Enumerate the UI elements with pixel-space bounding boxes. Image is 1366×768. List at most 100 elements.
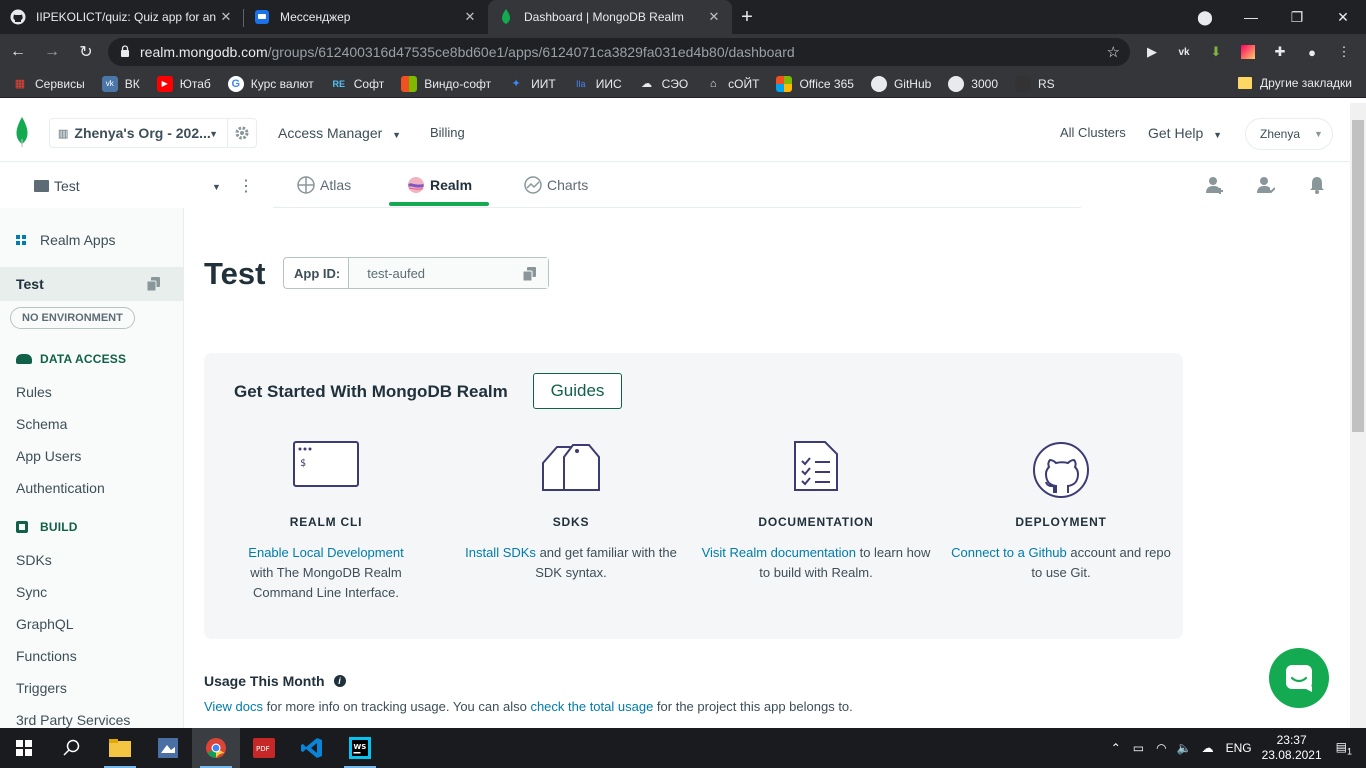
menu-kebab-icon[interactable]: ⋮ bbox=[1332, 40, 1356, 64]
close-icon[interactable]: ✕ bbox=[706, 9, 722, 25]
activity-feed-icon[interactable] bbox=[1257, 176, 1275, 194]
tab-realm[interactable]: Realm bbox=[407, 176, 472, 194]
tab-charts[interactable]: Charts bbox=[524, 176, 588, 194]
notifications-icon[interactable]: ▤1 bbox=[1336, 740, 1352, 756]
sidebar-item-schema[interactable]: Schema bbox=[16, 416, 67, 432]
check-total-usage-link[interactable]: check the total usage bbox=[530, 699, 653, 714]
close-icon[interactable]: ✕ bbox=[462, 9, 478, 25]
play-extension-icon[interactable]: ▶ bbox=[1140, 40, 1164, 64]
restore-button[interactable]: ❐ bbox=[1274, 9, 1320, 26]
bookmark-github[interactable]: GitHub bbox=[870, 75, 931, 92]
pdf-editor-icon[interactable]: PDF bbox=[240, 728, 288, 768]
vk-extension-icon[interactable]: vk bbox=[1172, 40, 1196, 64]
bookmark-star-icon[interactable]: ☆ bbox=[1107, 43, 1120, 61]
sidebar-item-current-app[interactable]: Test bbox=[0, 267, 183, 301]
address-bar[interactable]: realm.mongodb.com/groups/612400316d47535… bbox=[108, 38, 1130, 66]
language-indicator[interactable]: ENG bbox=[1226, 741, 1252, 755]
bookmark-youtube[interactable]: ▶ Ютаб bbox=[156, 75, 211, 92]
environment-badge[interactable]: NO ENVIRONMENT bbox=[10, 307, 135, 329]
chrome-icon[interactable] bbox=[192, 728, 240, 768]
onedrive-icon[interactable]: ☁ bbox=[1202, 741, 1214, 755]
bookmark-vk[interactable]: vk ВК bbox=[101, 75, 140, 92]
gradient-extension-icon[interactable] bbox=[1236, 40, 1260, 64]
close-icon[interactable]: ✕ bbox=[218, 9, 234, 25]
sidebar-item-authentication[interactable]: Authentication bbox=[16, 480, 105, 496]
chevron-up-icon[interactable]: ⌃ bbox=[1111, 741, 1121, 755]
sidebar-item-triggers[interactable]: Triggers bbox=[16, 680, 67, 696]
browser-tab-github[interactable]: IIPEKOLICT/quiz: Quiz app for an ✕ bbox=[0, 0, 244, 34]
bookmark-iit[interactable]: ✦ ИИТ bbox=[508, 76, 556, 92]
volume-icon[interactable]: 🔈 bbox=[1177, 741, 1192, 755]
copy-icon[interactable] bbox=[146, 277, 161, 294]
bookmark-iis[interactable]: Ila ИИС bbox=[573, 76, 622, 92]
file-explorer-icon[interactable] bbox=[96, 728, 144, 768]
reload-button[interactable]: ↻ bbox=[70, 36, 102, 68]
connect-github-link[interactable]: Connect to a Github bbox=[951, 545, 1067, 560]
webstorm-icon[interactable]: WS bbox=[336, 728, 384, 768]
info-icon[interactable]: i bbox=[333, 675, 346, 687]
tab-atlas[interactable]: Atlas bbox=[297, 176, 351, 194]
bookmark-windo-soft[interactable]: Виндо-софт bbox=[401, 75, 491, 92]
chat-support-button[interactable] bbox=[1269, 648, 1329, 708]
back-button[interactable]: ← bbox=[2, 36, 34, 68]
invite-user-icon[interactable] bbox=[1206, 176, 1224, 194]
sidebar-item-graphql[interactable]: GraphQL bbox=[16, 616, 74, 632]
access-manager-menu[interactable]: Access Manager ▼ bbox=[278, 125, 401, 141]
new-tab-button[interactable]: + bbox=[732, 0, 762, 34]
user-menu[interactable]: Zhenya ▼ bbox=[1245, 118, 1333, 150]
all-clusters-link[interactable]: All Clusters bbox=[1060, 125, 1126, 140]
visit-realm-documentation-link[interactable]: Visit Realm documentation bbox=[702, 545, 856, 560]
page-scrollbar[interactable] bbox=[1350, 103, 1366, 728]
bookmark-soft[interactable]: RE Софт bbox=[331, 76, 385, 92]
puzzle-extensions-icon[interactable]: ✚ bbox=[1268, 40, 1292, 64]
copy-icon[interactable] bbox=[522, 267, 537, 284]
sidebar-item-rules[interactable]: Rules bbox=[16, 384, 52, 400]
sidebar-item-sync[interactable]: Sync bbox=[16, 584, 47, 600]
sidebar-item-3rd-party-services[interactable]: 3rd Party Services bbox=[16, 712, 130, 728]
project-selector[interactable]: Test bbox=[34, 178, 80, 194]
apps-grid-icon bbox=[16, 235, 26, 245]
browser-tab-realm[interactable]: Dashboard | MongoDB Realm ✕ bbox=[488, 0, 732, 34]
enable-local-development-link[interactable]: Enable Local Development bbox=[248, 545, 403, 560]
bookmark-soit[interactable]: ⌂ сОЙТ bbox=[705, 76, 760, 92]
view-docs-link[interactable]: View docs bbox=[204, 699, 263, 714]
download-extension-icon[interactable]: ⬇ bbox=[1204, 40, 1228, 64]
browser-tab-messenger[interactable]: Мессенджер ✕ bbox=[244, 0, 488, 34]
wifi-icon[interactable]: ◠ bbox=[1156, 741, 1166, 755]
windows-start-button[interactable] bbox=[0, 728, 48, 768]
bookmark-rs[interactable]: RS bbox=[1015, 75, 1055, 92]
app-icon[interactable] bbox=[144, 728, 192, 768]
clock[interactable]: 23:37 23.08.2021 bbox=[1262, 733, 1322, 763]
sidebar-item-functions[interactable]: Functions bbox=[16, 648, 77, 664]
sidebar-item-sdks[interactable]: SDKs bbox=[16, 552, 52, 568]
mongodb-leaf-icon[interactable] bbox=[16, 117, 28, 147]
get-help-menu[interactable]: Get Help ▼ bbox=[1148, 125, 1222, 141]
bookmark-currency[interactable]: G Курс валют bbox=[227, 75, 314, 92]
bookmark-office365[interactable]: Office 365 bbox=[776, 75, 854, 92]
bookmark-seo[interactable]: ☁ СЭО bbox=[639, 76, 688, 92]
guides-button[interactable]: Guides bbox=[533, 373, 622, 409]
vscode-icon[interactable] bbox=[288, 728, 336, 768]
bell-icon[interactable] bbox=[1308, 176, 1326, 194]
sidebar-item-realm-apps[interactable]: Realm Apps bbox=[16, 232, 115, 248]
more-options-icon[interactable]: ⋮ bbox=[238, 176, 254, 196]
app-id-value[interactable]: test-aufed bbox=[349, 258, 548, 288]
bookmark-3000[interactable]: 3000 bbox=[948, 75, 998, 92]
bookmark-services[interactable]: ▦ Сервисы bbox=[12, 76, 85, 92]
other-bookmarks[interactable]: Другие закладки bbox=[1238, 76, 1352, 90]
battery-icon[interactable]: ▭ bbox=[1133, 741, 1144, 755]
profile-icon[interactable]: ⬤ bbox=[1182, 9, 1228, 26]
install-sdks-link[interactable]: Install SDKs bbox=[465, 545, 536, 560]
caret-down-icon[interactable]: ▼ bbox=[212, 182, 221, 192]
window-close-button[interactable]: ✕ bbox=[1320, 9, 1366, 26]
organization-selector[interactable]: ▥ Zhenya's Org - 202... ▼ bbox=[49, 118, 257, 148]
gear-icon[interactable] bbox=[227, 119, 256, 147]
billing-link[interactable]: Billing bbox=[430, 125, 465, 140]
minimize-button[interactable]: — bbox=[1228, 9, 1274, 25]
iit-icon: ✦ bbox=[511, 77, 521, 90]
scrollbar-thumb[interactable] bbox=[1352, 120, 1364, 432]
forward-button[interactable]: → bbox=[36, 36, 68, 68]
search-icon[interactable] bbox=[48, 728, 96, 768]
sidebar-item-app-users[interactable]: App Users bbox=[16, 448, 81, 464]
profile-avatar-icon[interactable]: ● bbox=[1300, 40, 1324, 64]
